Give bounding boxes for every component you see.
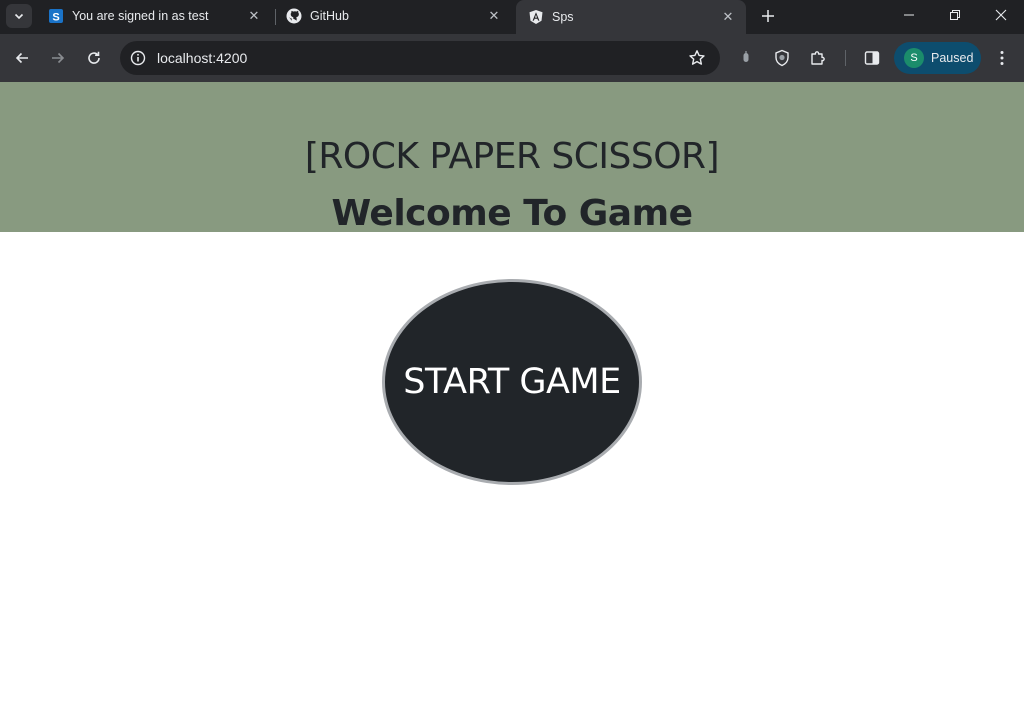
browser-toolbar: localhost:4200 S Paused bbox=[0, 34, 1024, 82]
tab-title: Sps bbox=[552, 10, 574, 24]
close-icon bbox=[995, 9, 1007, 21]
profile-button[interactable]: S Paused bbox=[894, 42, 981, 74]
menu-button[interactable] bbox=[992, 46, 1012, 70]
tab-title: You are signed in as test bbox=[72, 9, 209, 23]
new-tab-button[interactable] bbox=[756, 4, 780, 28]
extensions-puzzle-icon[interactable] bbox=[806, 46, 830, 70]
close-window-button[interactable] bbox=[978, 0, 1024, 30]
angular-icon bbox=[528, 9, 544, 25]
page-title: [ROCK PAPER SCISSOR] bbox=[304, 136, 720, 177]
tab-title: GitHub bbox=[310, 9, 349, 23]
tab-github[interactable]: GitHub ✕ bbox=[274, 2, 512, 30]
svg-text:S: S bbox=[52, 12, 59, 24]
tab-search-button[interactable] bbox=[6, 4, 32, 28]
tab-signed-in[interactable]: S You are signed in as test ✕ bbox=[36, 2, 272, 30]
s-logo-icon: S bbox=[48, 8, 64, 24]
side-panel-icon[interactable] bbox=[860, 46, 884, 70]
profile-status: Paused bbox=[931, 51, 974, 65]
arrow-right-icon bbox=[52, 52, 65, 64]
arrow-left-icon bbox=[15, 52, 28, 64]
forward-button[interactable] bbox=[44, 44, 72, 72]
back-button[interactable] bbox=[8, 44, 36, 72]
site-info-icon[interactable] bbox=[128, 48, 148, 68]
more-vert-icon bbox=[1000, 51, 1004, 65]
avatar: S bbox=[904, 48, 924, 68]
chevron-down-icon bbox=[14, 13, 24, 20]
shield-extension-icon[interactable] bbox=[770, 46, 794, 70]
tab-strip: S You are signed in as test ✕ GitHub ✕ S… bbox=[0, 0, 1024, 34]
bookmark-star-icon[interactable] bbox=[688, 49, 706, 67]
close-icon[interactable]: ✕ bbox=[246, 8, 262, 24]
toolbar-divider bbox=[845, 50, 846, 66]
address-bar[interactable]: localhost:4200 bbox=[120, 41, 720, 75]
restore-icon bbox=[950, 10, 960, 20]
extension-mic-icon[interactable] bbox=[734, 46, 758, 70]
restore-button[interactable] bbox=[932, 0, 978, 30]
close-icon[interactable]: ✕ bbox=[486, 8, 502, 24]
welcome-heading: Welcome To Game bbox=[331, 193, 693, 232]
minimize-icon bbox=[904, 14, 914, 16]
plus-icon bbox=[762, 10, 774, 22]
github-icon bbox=[286, 8, 302, 24]
reload-icon bbox=[88, 51, 100, 64]
reload-button[interactable] bbox=[80, 44, 108, 72]
header-banner: [ROCK PAPER SCISSOR] Welcome To Game bbox=[0, 82, 1024, 232]
minimize-button[interactable] bbox=[886, 0, 932, 30]
page-content: [ROCK PAPER SCISSOR] Welcome To Game STA… bbox=[0, 82, 1024, 722]
address-text: localhost:4200 bbox=[157, 50, 248, 66]
start-game-button[interactable]: START GAME bbox=[382, 279, 642, 485]
close-icon[interactable]: ✕ bbox=[720, 9, 736, 25]
tab-sps[interactable]: Sps ✕ bbox=[516, 0, 746, 34]
